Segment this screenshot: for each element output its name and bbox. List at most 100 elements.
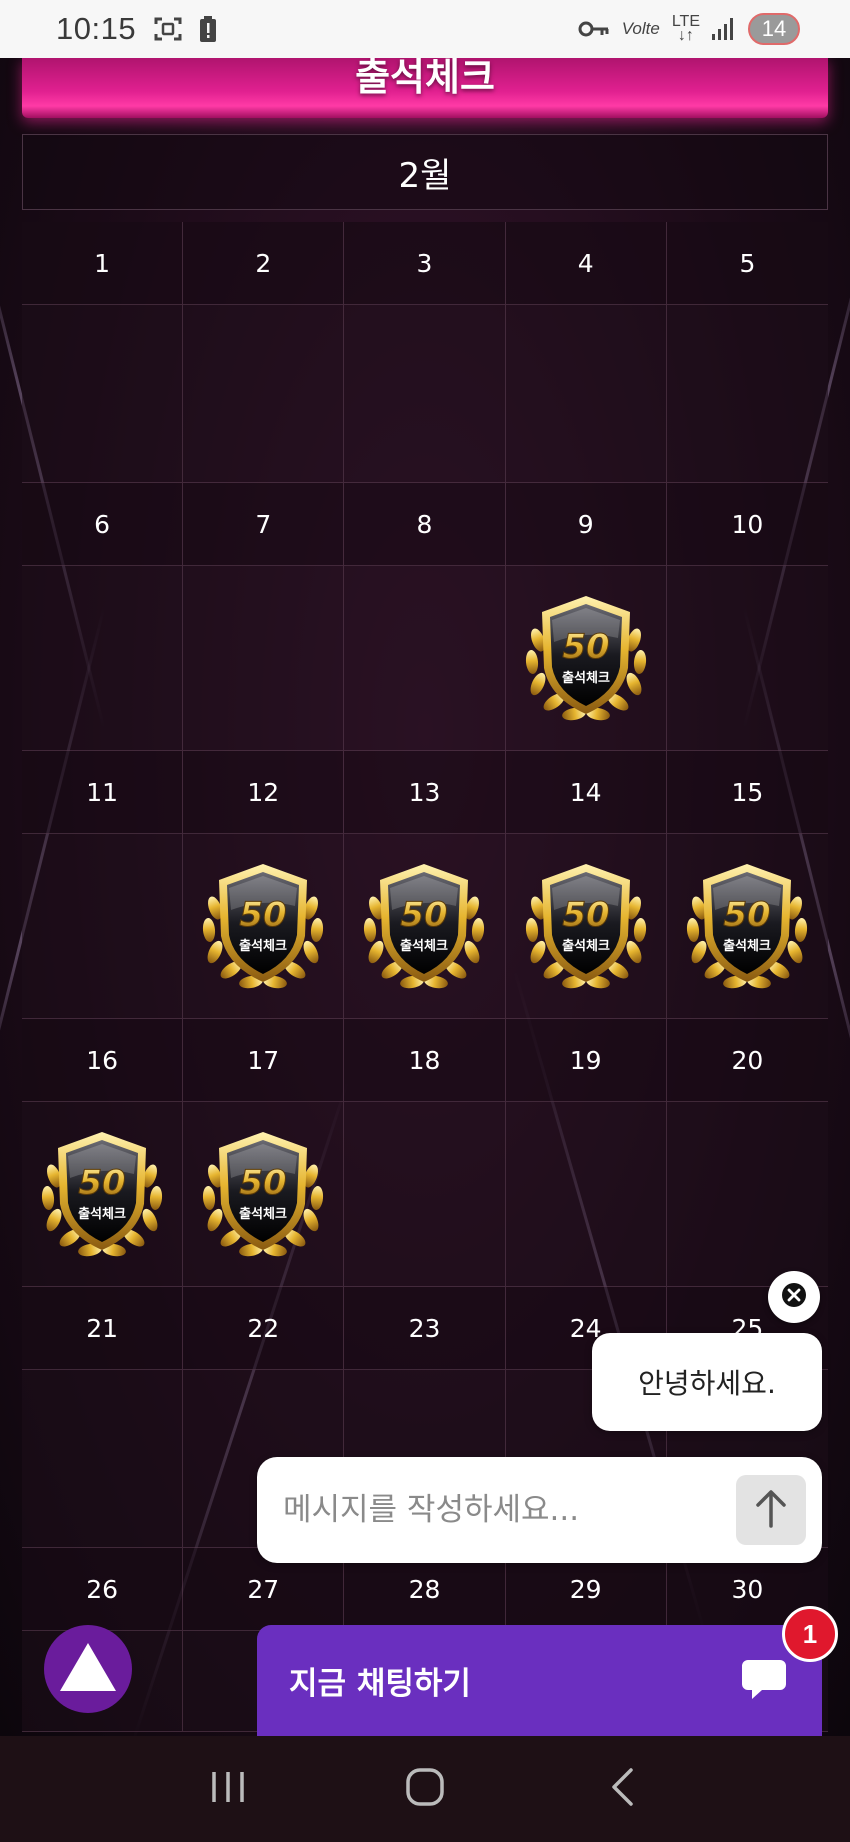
- day-stamp-area: [183, 566, 343, 750]
- home-button[interactable]: [385, 1759, 465, 1819]
- badge-value: 50: [240, 1163, 287, 1203]
- status-bar: 10:15 Volte LTE ↓↑ 14: [0, 0, 850, 58]
- day-number: 9: [505, 483, 666, 566]
- day-number: 3: [344, 222, 505, 305]
- calendar-day-cell: 4: [505, 222, 667, 483]
- calendar-day-cell: 1: [22, 222, 184, 483]
- attendance-stamp-badge: 50 출석체크: [34, 1126, 170, 1262]
- close-icon: [781, 1282, 807, 1312]
- attendance-stamp-badge: 50 출석체크: [679, 858, 815, 994]
- calendar-day-cell: 14 50 출석체크: [505, 751, 667, 1019]
- calendar-day-cell: 18: [344, 1019, 506, 1287]
- calendar-day-cell: 6: [22, 483, 184, 751]
- calendar-day-cell: 16 50 출석체크: [22, 1019, 184, 1287]
- day-stamp-area: [344, 566, 504, 750]
- day-stamp-area: [506, 1102, 666, 1286]
- day-stamp-area: 50 출석체크: [183, 1102, 343, 1286]
- day-stamp-area: 50 출석체크: [183, 834, 343, 1018]
- message-box: [257, 1457, 822, 1563]
- calendar-day-cell: 3: [344, 222, 506, 483]
- badge-label: 출석체크: [78, 1206, 126, 1222]
- calendar-day-cell: 13 50 출석체크: [344, 751, 506, 1019]
- day-stamp-area: [506, 305, 666, 482]
- day-stamp-area: [22, 305, 182, 482]
- screenshot-icon: [154, 16, 182, 42]
- lte-label: LTE: [671, 13, 700, 30]
- day-number: 23: [344, 1287, 505, 1370]
- signal-icon: [712, 18, 736, 40]
- day-stamp-area: 50 출석체크: [667, 834, 828, 1018]
- day-stamp-area: 50 출석체크: [506, 834, 666, 1018]
- calendar-day-cell: 2: [183, 222, 345, 483]
- day-stamp-area: [667, 566, 828, 750]
- badge-value: 50: [240, 895, 287, 935]
- scroll-top-button[interactable]: [44, 1625, 132, 1713]
- day-number: 21: [22, 1287, 183, 1370]
- volte-indicator: Volte: [621, 19, 660, 38]
- day-number: 6: [22, 483, 183, 566]
- day-number: 18: [344, 1019, 505, 1102]
- page-title: 출석체크: [355, 58, 495, 99]
- attendance-stamp-badge: 50 출석체크: [356, 858, 492, 994]
- back-button[interactable]: [582, 1759, 662, 1819]
- recents-button[interactable]: [188, 1759, 268, 1819]
- day-number: 13: [344, 751, 505, 834]
- vpn-key-icon: [578, 20, 610, 38]
- badge-label: 출석체크: [401, 938, 449, 954]
- day-number: 4: [505, 222, 666, 305]
- day-stamp-area: [344, 1102, 504, 1286]
- attendance-stamp-badge: 50 출석체크: [195, 1126, 331, 1262]
- attendance-title-banner: 출석체크: [22, 58, 828, 118]
- attendance-stamp-badge: 50 출석체크: [195, 858, 331, 994]
- calendar-day-cell: 19: [505, 1019, 667, 1287]
- badge-value: 50: [401, 895, 448, 935]
- status-right: Volte LTE ↓↑ 14: [578, 13, 800, 45]
- day-number: 14: [505, 751, 666, 834]
- day-stamp-area: [22, 566, 182, 750]
- badge-value: 50: [724, 895, 771, 935]
- badge-value: 50: [562, 895, 609, 935]
- battery-level: 14: [748, 13, 800, 45]
- chat-greeting-text: 안녕하세요.: [638, 1367, 776, 1400]
- send-button[interactable]: [736, 1475, 806, 1545]
- chat-greeting-bubble: 안녕하세요.: [592, 1333, 822, 1431]
- up-triangle-icon: [56, 1639, 120, 1699]
- chat-now-label: 지금 채팅하기: [289, 1666, 471, 1702]
- attendance-stamp-badge: 50 출석체크: [518, 590, 654, 726]
- calendar-day-cell: 10: [666, 483, 828, 751]
- battery-alert-icon: [200, 16, 217, 42]
- day-number: 17: [183, 1019, 344, 1102]
- day-number: 15: [666, 751, 828, 834]
- badge-label: 출석체크: [562, 938, 610, 954]
- recents-icon: [210, 1770, 246, 1808]
- day-number: 11: [22, 751, 183, 834]
- close-chat-button[interactable]: [768, 1271, 820, 1323]
- badge-label: 출석체크: [562, 670, 610, 686]
- day-number: 5: [666, 222, 828, 305]
- badge-label: 출석체크: [723, 938, 771, 954]
- day-number: 10: [666, 483, 828, 566]
- day-number: 7: [183, 483, 344, 566]
- calendar-day-cell: 20: [666, 1019, 828, 1287]
- send-arrow-icon: [753, 1488, 789, 1532]
- day-stamp-area: [22, 834, 182, 1018]
- day-number: 2: [183, 222, 344, 305]
- day-stamp-area: [344, 305, 504, 482]
- day-stamp-area: [667, 305, 828, 482]
- month-label: 2월: [398, 155, 452, 196]
- month-header: 2월: [22, 134, 828, 210]
- calendar-day-cell: 9 50 출석체크: [505, 483, 667, 751]
- message-input[interactable]: [283, 1492, 736, 1528]
- day-stamp-area: [667, 1102, 828, 1286]
- system-nav-bar: [0, 1736, 850, 1842]
- day-number: 8: [344, 483, 505, 566]
- day-number: 1: [22, 222, 183, 305]
- attendance-stamp-badge: 50 출석체크: [518, 858, 654, 994]
- day-stamp-area: 50 출석체크: [506, 566, 666, 750]
- day-stamp-area: 50 출석체크: [344, 834, 504, 1018]
- badge-value: 50: [78, 1163, 125, 1203]
- chat-now-button[interactable]: 지금 채팅하기: [257, 1625, 822, 1736]
- day-number: 26: [22, 1548, 183, 1631]
- chat-bubble-icon: [740, 1656, 788, 1706]
- calendar-day-cell: 7: [183, 483, 345, 751]
